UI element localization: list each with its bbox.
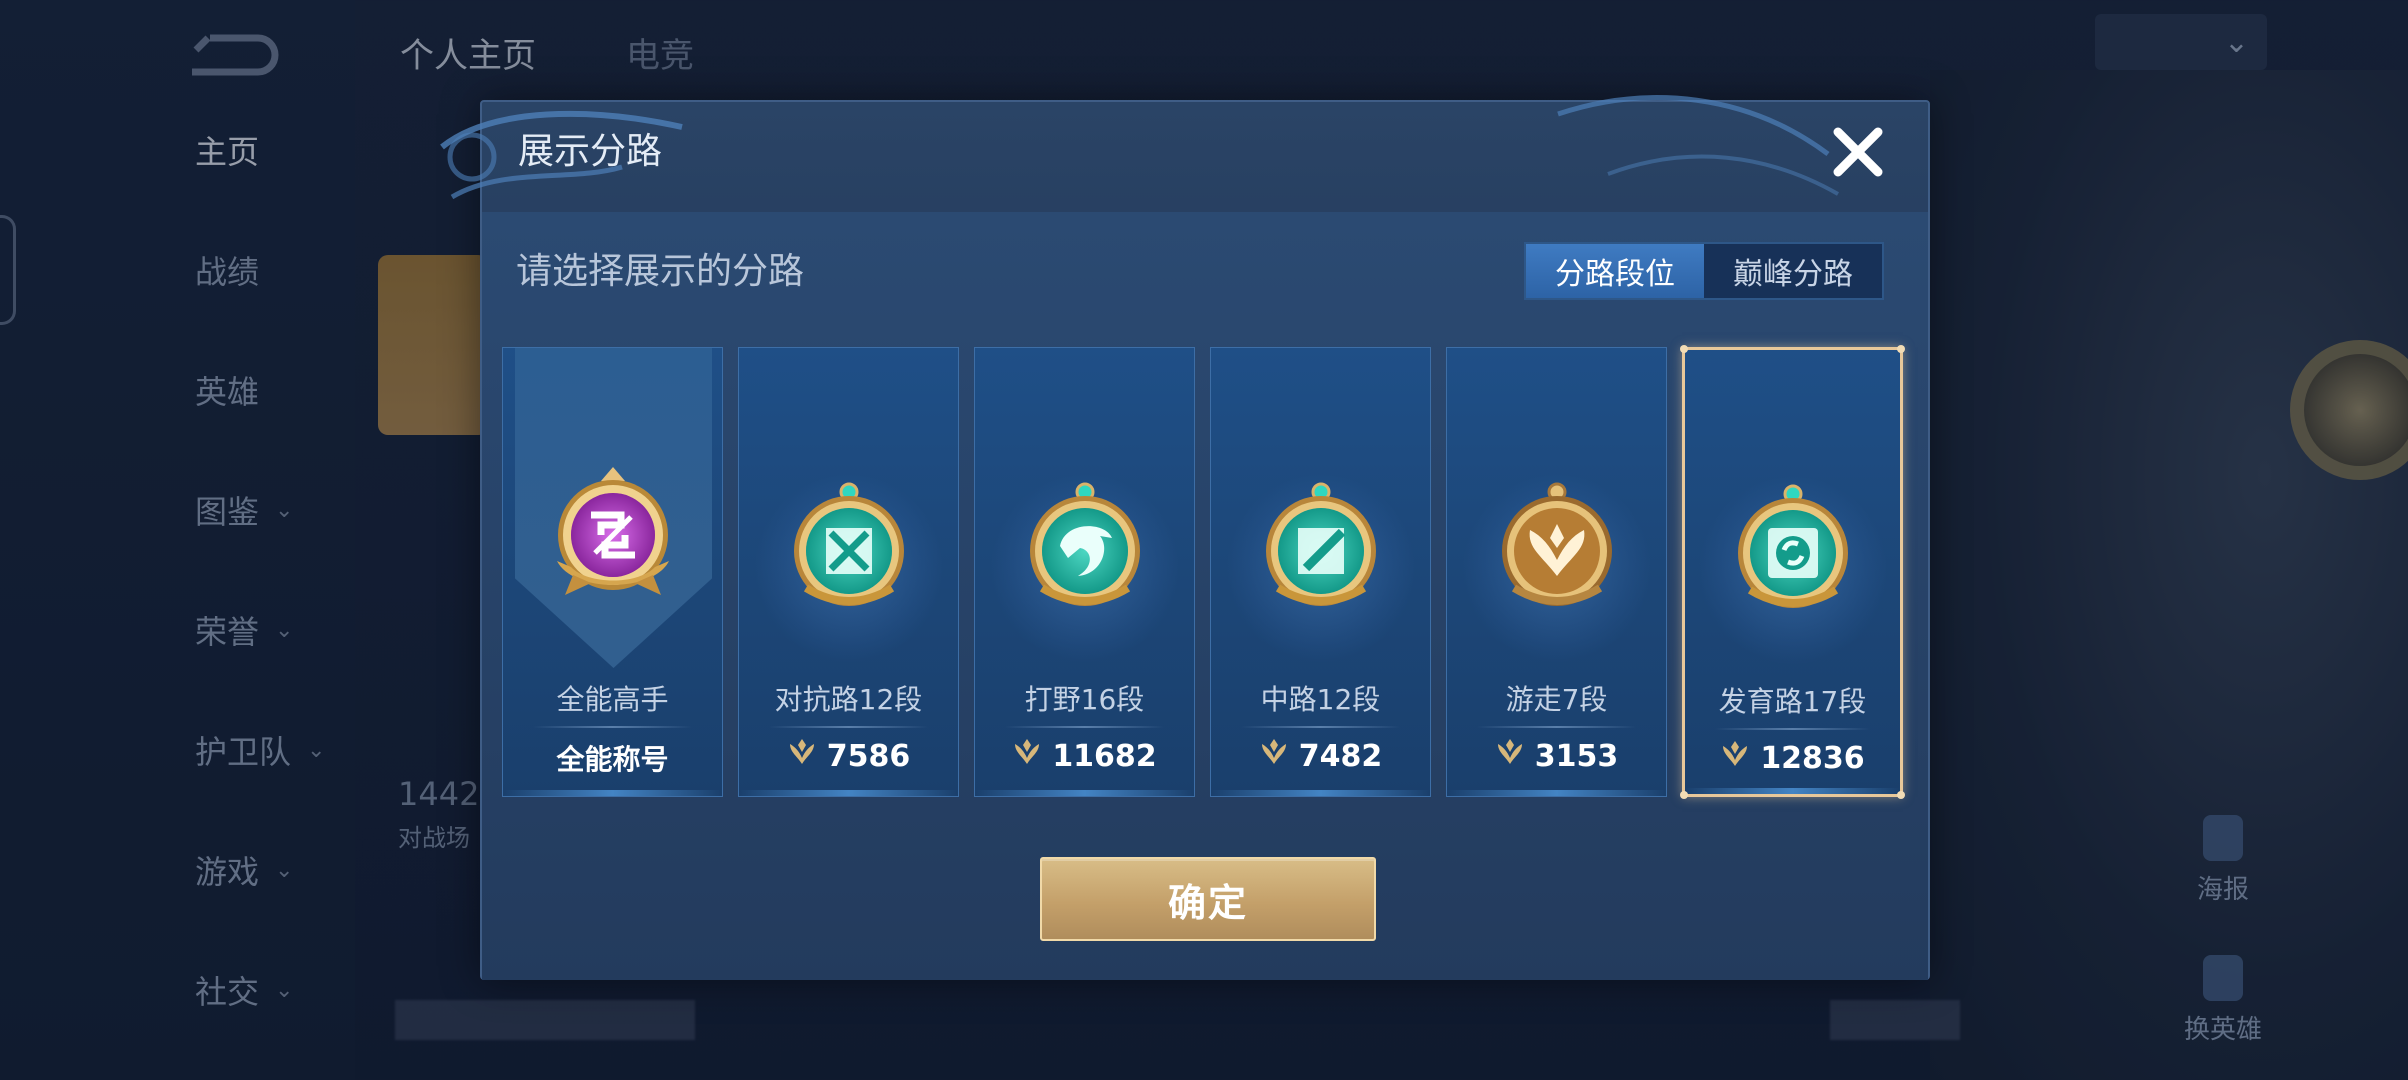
jungle-emblem-icon — [1020, 476, 1150, 616]
lane-card-value: 7482 — [1298, 738, 1383, 774]
lane-card-value: 12836 — [1760, 740, 1865, 776]
lane-points-icon — [1720, 740, 1750, 776]
card-divider — [533, 726, 692, 728]
card-divider — [1715, 728, 1870, 730]
confirm-button[interactable]: 确定 — [1040, 857, 1376, 941]
lane-points-icon — [1259, 738, 1289, 774]
selection-corner — [1680, 791, 1688, 799]
lane-card[interactable]: 打野16段 11682 — [974, 347, 1195, 797]
lane-card-score: 12836 — [1685, 740, 1900, 776]
dialog-title: 展示分路 — [518, 131, 663, 172]
selection-corner — [1897, 791, 1905, 799]
tab-peak-lane[interactable]: 巅峰分路 — [1704, 244, 1882, 298]
lane-card-score: 11682 — [975, 738, 1194, 774]
lane-card-score: 3153 — [1447, 738, 1666, 774]
close-button[interactable] — [1818, 112, 1898, 192]
lane-card-value: 11682 — [1052, 738, 1157, 774]
selection-corner — [1897, 345, 1905, 353]
lane-card[interactable]: 对抗路12段 7586 — [738, 347, 959, 797]
card-divider — [1241, 726, 1400, 728]
farm-lane-emblem-icon — [1728, 478, 1858, 618]
roam-emblem-icon — [1492, 476, 1622, 616]
mid-lane-emblem-icon — [1256, 476, 1386, 616]
lane-card[interactable]: 游走7段 3153 — [1446, 347, 1667, 797]
lane-card-name: 对抗路12段 — [774, 683, 923, 716]
dialog-corner-ornament-right — [1557, 95, 1839, 196]
lane-card-value: 3153 — [1534, 738, 1619, 774]
lane-card-score: 7586 — [739, 738, 958, 774]
lane-card-value: 7586 — [826, 738, 911, 774]
lane-points-icon — [1012, 738, 1042, 774]
lane-card-name: 全能高手 — [556, 683, 669, 716]
lane-card-name: 打野16段 — [1024, 683, 1145, 716]
card-divider — [769, 726, 928, 728]
lane-card-score: 全能称号 — [503, 738, 722, 778]
dialog-subtitle: 请选择展示的分路 — [516, 251, 805, 292]
lane-points-icon — [1495, 738, 1525, 774]
lane-display-dialog: 展示分路 请选择展示的分路 分路段位 巅峰分路 全能高手 全能称号 对抗路12段… — [440, 95, 1930, 980]
selection-corner — [1680, 345, 1688, 353]
card-divider — [1005, 726, 1164, 728]
card-divider — [1477, 726, 1636, 728]
lane-card[interactable]: 中路12段 7482 — [1210, 347, 1431, 797]
all-round-emblem-icon — [543, 463, 683, 613]
lane-card-score: 7482 — [1211, 738, 1430, 774]
lane-card[interactable]: 全能高手 全能称号 — [502, 347, 723, 797]
lane-card-name: 中路12段 — [1260, 683, 1381, 716]
tab-lane-rank[interactable]: 分路段位 — [1526, 244, 1704, 298]
lane-type-tabs: 分路段位 巅峰分路 — [1524, 242, 1884, 300]
close-icon — [1833, 127, 1883, 177]
lane-card-name: 发育路17段 — [1718, 685, 1867, 718]
clash-lane-emblem-icon — [784, 476, 914, 616]
lane-points-icon — [787, 738, 817, 774]
lane-card-list: 全能高手 全能称号 对抗路12段 7586 打野16段 11682 中路12段 … — [502, 345, 1905, 799]
lane-card[interactable]: 发育路17段 12836 — [1680, 345, 1905, 799]
lane-card-value: 全能称号 — [556, 743, 669, 776]
lane-card-name: 游走7段 — [1505, 683, 1608, 716]
